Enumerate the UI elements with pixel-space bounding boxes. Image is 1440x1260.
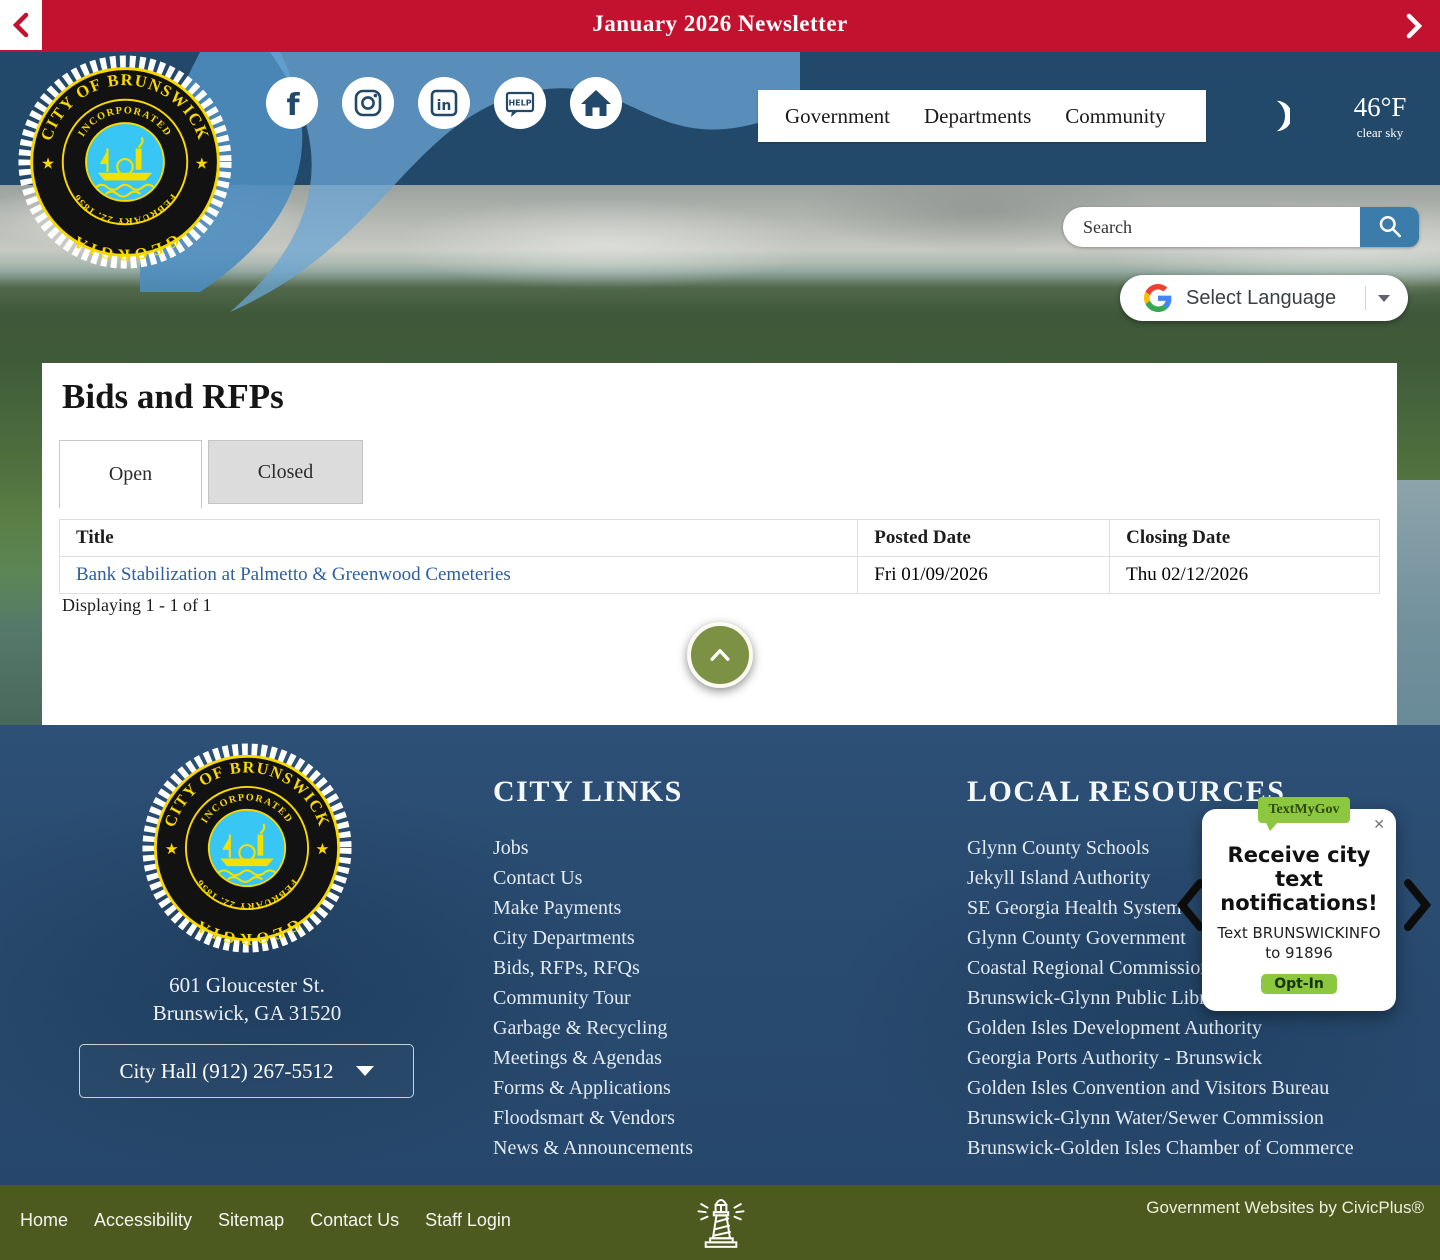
city-links-list: Jobs Contact Us Make Payments City Depar… xyxy=(493,833,693,1163)
divider xyxy=(1365,286,1366,310)
city-link[interactable]: News & Announcements xyxy=(493,1133,693,1163)
bid-closing-date: Thu 02/12/2026 xyxy=(1110,557,1380,594)
local-resource-link[interactable]: Brunswick-Glynn Water/Sewer Commission xyxy=(967,1103,1354,1133)
search-bar xyxy=(1063,207,1419,247)
home-icon[interactable] xyxy=(570,77,622,129)
linkedin-glyph: in xyxy=(418,77,470,129)
svg-text:in: in xyxy=(437,98,452,114)
bid-posted-date: Fri 01/09/2026 xyxy=(858,557,1110,594)
textmygov-badge: TextMyGov xyxy=(1258,797,1350,823)
facebook-icon[interactable]: f xyxy=(266,77,318,129)
instagram-icon[interactable] xyxy=(342,77,394,129)
svg-text:f: f xyxy=(286,88,300,123)
bottom-link-accessibility[interactable]: Accessibility xyxy=(94,1210,192,1231)
local-resource-link[interactable]: Golden Isles Convention and Visitors Bur… xyxy=(967,1073,1354,1103)
google-icon xyxy=(1144,284,1172,312)
language-selector[interactable]: Select Language xyxy=(1120,275,1408,321)
bottom-link-staff-login[interactable]: Staff Login xyxy=(425,1210,511,1231)
col-header-posted-date: Posted Date xyxy=(858,520,1110,557)
social-icons: f in HELP xyxy=(266,77,622,129)
city-link[interactable]: Community Tour xyxy=(493,983,693,1013)
table-row: Bank Stabilization at Palmetto & Greenwo… xyxy=(60,557,1380,594)
site-footer: 601 Gloucester St. Brunswick, GA 31520 C… xyxy=(0,725,1440,1185)
caret-down-icon xyxy=(356,1066,374,1076)
city-link[interactable]: Jobs xyxy=(493,833,693,863)
dark-mode-moon-icon[interactable] xyxy=(1252,97,1290,135)
bottom-bar: Home Accessibility Sitemap Contact Us St… xyxy=(0,1185,1440,1260)
nav-government[interactable]: Government xyxy=(768,104,907,129)
local-resource-link[interactable]: Golden Isles Development Authority xyxy=(967,1013,1354,1043)
linkedin-icon[interactable]: in xyxy=(418,77,470,129)
popup-body: Text BRUNSWICKINFO to 91896 xyxy=(1210,924,1388,963)
facebook-glyph: f xyxy=(266,77,318,129)
col-header-closing-date: Closing Date xyxy=(1110,520,1380,557)
search-icon xyxy=(1375,212,1405,242)
city-link[interactable]: Contact Us xyxy=(493,863,693,893)
opt-in-button[interactable]: Opt-In xyxy=(1261,974,1337,994)
help-bubble-glyph: HELP xyxy=(494,77,546,129)
bottom-link-sitemap[interactable]: Sitemap xyxy=(218,1210,284,1231)
local-resource-link[interactable]: Georgia Ports Authority - Brunswick xyxy=(967,1043,1354,1073)
local-resource-link[interactable]: Brunswick-Golden Isles Chamber of Commer… xyxy=(967,1133,1354,1163)
bid-title-link[interactable]: Bank Stabilization at Palmetto & Greenwo… xyxy=(76,564,511,585)
bottom-link-home[interactable]: Home xyxy=(20,1210,68,1231)
tab-open[interactable]: Open xyxy=(59,440,202,508)
utility-links: Home Accessibility Sitemap Contact Us St… xyxy=(20,1210,511,1231)
close-icon[interactable]: ✕ xyxy=(1373,817,1385,833)
city-link[interactable]: Bids, RFPs, RFQs xyxy=(493,953,693,983)
page: CITY OF BRUNSWICK GEORGIA ★ ★ INCORPORAT… xyxy=(0,0,1440,1260)
weather-temp: 46°F xyxy=(1330,92,1430,123)
address-line2: Brunswick, GA 31520 xyxy=(97,1001,397,1026)
local-resources-title: LOCAL RESOURCES xyxy=(967,775,1285,809)
weather-condition: clear sky xyxy=(1330,125,1430,141)
newsletter-banner: January 2026 Newsletter xyxy=(0,0,1440,52)
bids-table: Title Posted Date Closing Date Bank Stab… xyxy=(59,519,1380,594)
home-glyph xyxy=(570,77,622,129)
page-title: Bids and RFPs xyxy=(62,377,284,417)
popup-title: Receive city text notifications! xyxy=(1212,843,1386,915)
nav-departments[interactable]: Departments xyxy=(907,104,1048,129)
city-link[interactable]: Floodsmart & Vendors xyxy=(493,1103,693,1133)
carousel-next-icon[interactable] xyxy=(1400,877,1436,933)
city-seal-footer xyxy=(142,743,352,953)
city-link[interactable]: Garbage & Recycling xyxy=(493,1013,693,1043)
address-line1: 601 Gloucester St. xyxy=(97,973,397,998)
main-nav: Government Departments Community xyxy=(758,90,1206,142)
chevron-up-icon xyxy=(700,635,740,675)
scroll-to-top-button[interactable] xyxy=(687,622,753,688)
search-button[interactable] xyxy=(1360,207,1419,247)
language-selector-label: Select Language xyxy=(1186,287,1365,310)
table-header-row: Title Posted Date Closing Date xyxy=(60,520,1380,557)
city-link[interactable]: Meetings & Agendas xyxy=(493,1043,693,1073)
city-link[interactable]: Forms & Applications xyxy=(493,1073,693,1103)
city-link[interactable]: Make Payments xyxy=(493,893,693,923)
col-header-title: Title xyxy=(60,520,858,557)
weather-widget[interactable]: 46°F clear sky xyxy=(1330,92,1430,141)
chevron-right-icon xyxy=(1404,13,1424,39)
lighthouse-icon xyxy=(694,1191,748,1255)
phone-dropdown[interactable]: City Hall (912) 267-5512 xyxy=(79,1044,414,1098)
nav-community[interactable]: Community xyxy=(1048,104,1182,129)
help-icon[interactable]: HELP xyxy=(494,77,546,129)
tab-closed[interactable]: Closed xyxy=(208,440,363,504)
results-count: Displaying 1 - 1 of 1 xyxy=(62,595,211,616)
phone-dropdown-label: City Hall (912) 267-5512 xyxy=(119,1059,333,1084)
instagram-glyph xyxy=(342,77,394,129)
textmygov-popup: TextMyGov ✕ Receive city text notificati… xyxy=(1202,809,1396,1011)
city-link[interactable]: City Departments xyxy=(493,923,693,953)
search-input[interactable] xyxy=(1063,207,1360,247)
site-header: f in HELP xyxy=(0,52,1440,185)
newsletter-next-button[interactable] xyxy=(1396,8,1432,44)
svg-text:HELP: HELP xyxy=(508,99,531,108)
bottom-link-contact-us[interactable]: Contact Us xyxy=(310,1210,399,1231)
city-seal-logo[interactable] xyxy=(18,55,232,269)
newsletter-title[interactable]: January 2026 Newsletter xyxy=(0,11,1440,37)
chevron-down-icon xyxy=(1378,295,1390,302)
civicplus-credit[interactable]: Government Websites by CivicPlus® xyxy=(1146,1198,1424,1218)
city-links-title: CITY LINKS xyxy=(493,775,683,809)
